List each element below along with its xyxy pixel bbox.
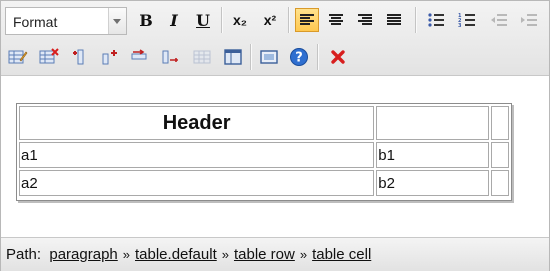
split-cells-button[interactable] (221, 45, 245, 69)
outdent-icon (491, 14, 507, 26)
path-separator: » (299, 247, 308, 262)
subscript-icon: x₂ (232, 12, 247, 28)
row-insert-after-icon (162, 50, 178, 64)
underline-button[interactable]: U (191, 8, 215, 32)
help-button[interactable]: ? (287, 45, 311, 69)
toolbar-row-table: ? (1, 41, 549, 73)
svg-text:3: 3 (458, 23, 462, 28)
align-center-icon (329, 14, 343, 25)
align-right-icon (358, 14, 372, 25)
editor-content-area[interactable]: Header a1 b1 a2 b2 (1, 76, 549, 233)
chevron-down-icon[interactable] (108, 8, 126, 34)
table-header-cell[interactable]: Header (19, 106, 375, 140)
toolbar-separator (317, 44, 319, 70)
path-item-paragraph[interactable]: paragraph (49, 246, 117, 263)
bold-icon: B (139, 10, 153, 30)
table-header-cell[interactable] (490, 106, 509, 140)
path-separator: » (122, 247, 130, 262)
table-cell[interactable]: b1 (376, 142, 489, 168)
indent-icon (521, 14, 537, 26)
table-properties-button[interactable] (6, 45, 30, 69)
numbered-list-button[interactable]: 123 (455, 8, 479, 32)
format-select[interactable]: Format (5, 7, 127, 35)
bullet-list-icon (428, 13, 444, 27)
toolbar-separator (221, 7, 223, 33)
insert-row-before-button[interactable] (128, 45, 152, 69)
align-right-button[interactable] (353, 8, 377, 32)
indent-button[interactable] (517, 8, 541, 32)
align-justify-icon (387, 14, 401, 25)
insert-row-after-button[interactable] (159, 45, 183, 69)
table-row: a1 b1 (19, 142, 509, 168)
bold-button[interactable]: B (134, 8, 158, 32)
column-insert-before-icon (73, 49, 84, 65)
outdent-button[interactable] (487, 8, 511, 32)
table: Header a1 b1 a2 b2 (17, 104, 511, 198)
help-icon: ? (290, 48, 308, 66)
window-icon (260, 50, 278, 64)
path-item-table-row[interactable]: table row (234, 246, 295, 263)
status-bar: Path: paragraph » table.default » table row »… (1, 237, 549, 271)
path-item-table-cell[interactable]: table cell (312, 246, 371, 263)
svg-text:?: ? (295, 51, 303, 66)
italic-button[interactable]: I (162, 8, 186, 32)
superscript-icon: x² (263, 12, 277, 28)
path-item-table[interactable]: table.default (135, 246, 217, 263)
toolbar-row-formatting: Format B I U x₂ x² 1 2 3 (1, 4, 549, 36)
table-edit-icon (8, 50, 28, 64)
align-justify-button[interactable] (382, 8, 406, 32)
show-blocks-button[interactable] (257, 45, 281, 69)
delete-table-button[interactable] (37, 45, 61, 69)
toolbar-separator (288, 7, 290, 33)
table-cell[interactable]: a2 (19, 170, 375, 196)
italic-icon: I (170, 10, 178, 30)
insert-column-before-button[interactable] (68, 45, 92, 69)
table-cell[interactable] (490, 142, 509, 168)
merge-cells-button[interactable] (190, 45, 214, 69)
content-table: Header a1 b1 a2 b2 (16, 103, 512, 201)
column-insert-after-icon (102, 50, 117, 65)
path-separator: » (221, 247, 229, 262)
align-left-icon (300, 14, 314, 25)
underline-icon: U (196, 10, 210, 30)
split-cells-icon (224, 49, 242, 65)
format-select-value: Format (13, 14, 58, 30)
table-row: a2 b2 (19, 170, 509, 196)
table-cell[interactable] (490, 170, 509, 196)
table-header-row: Header (19, 106, 509, 140)
toolbar-separator (415, 7, 417, 33)
merge-cells-icon (193, 50, 211, 64)
table-cell[interactable]: a1 (19, 142, 375, 168)
close-icon (331, 50, 345, 64)
superscript-button[interactable]: x² (258, 8, 282, 32)
remove-format-button[interactable] (326, 45, 350, 69)
table-cell[interactable]: b2 (376, 170, 489, 196)
toolbar-separator (250, 44, 252, 70)
row-insert-before-icon (131, 49, 147, 60)
numbered-list-icon: 123 (458, 13, 475, 28)
align-left-button[interactable] (295, 8, 319, 32)
bullet-list-button[interactable] (424, 8, 448, 32)
path-label: Path: (6, 246, 42, 263)
insert-column-after-button[interactable] (97, 45, 121, 69)
toolbar: Format B I U x₂ x² 1 2 3 ? (1, 1, 549, 76)
align-center-button[interactable] (324, 8, 348, 32)
table-header-cell[interactable] (376, 106, 489, 140)
subscript-button[interactable]: x₂ (228, 8, 252, 32)
element-path: Path: paragraph » table.default » table row »… (6, 246, 371, 263)
table-delete-icon (39, 48, 59, 64)
rich-text-editor: Format B I U x₂ x² 1 2 3 ? Header a1 b1 … (0, 0, 550, 271)
